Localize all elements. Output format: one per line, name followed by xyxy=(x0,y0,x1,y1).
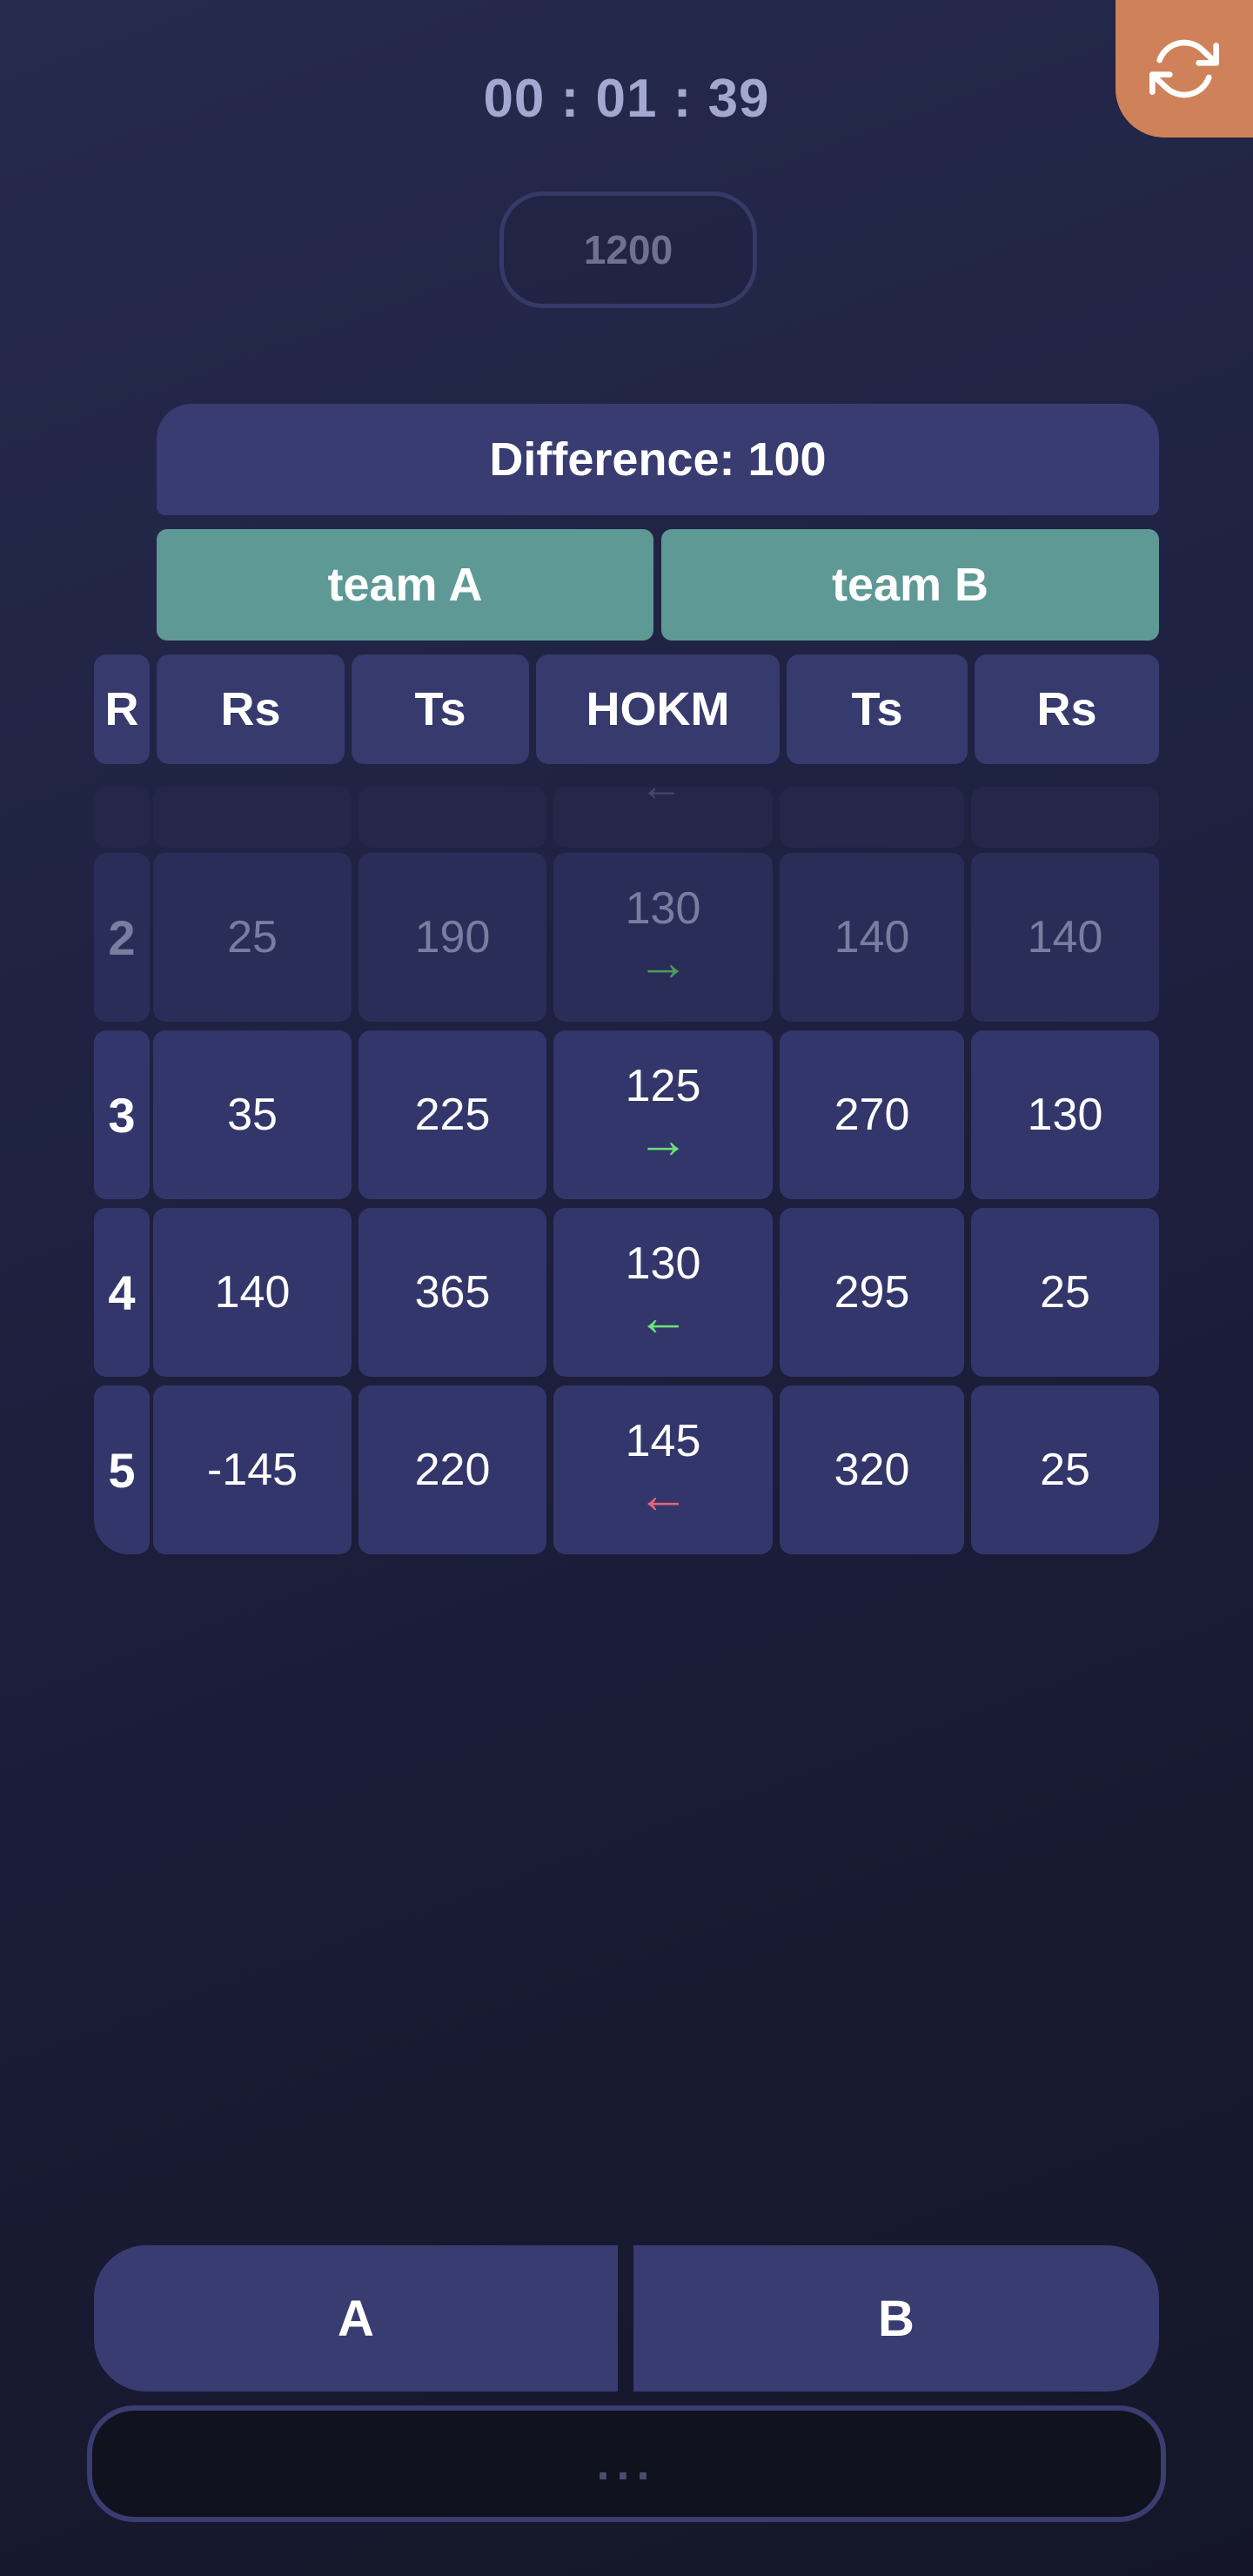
hokm-value: 125 xyxy=(625,1061,701,1111)
hokm-value: 130 xyxy=(625,883,701,934)
team-b-rs-cell: 25 xyxy=(971,1208,1159,1377)
hokm-cell: 145 ← xyxy=(553,1385,773,1554)
team-a-rs-cell: 25 xyxy=(153,853,352,1022)
team-a-rs-cell: 35 xyxy=(153,1030,352,1199)
arrow-left-icon: ← xyxy=(637,1288,689,1346)
partial-row-arrow-icon: ← xyxy=(640,761,683,810)
round-number: 2 xyxy=(94,853,150,1022)
team-b-button[interactable]: team B xyxy=(661,529,1159,641)
cell-partial xyxy=(94,787,150,848)
team-b-rs-cell: 130 xyxy=(971,1030,1159,1199)
choose-team-a-button[interactable]: A xyxy=(94,2245,618,2392)
round-number: 4 xyxy=(94,1208,150,1377)
header-round: R xyxy=(94,654,150,764)
team-a-rs-cell: 140 xyxy=(153,1208,352,1377)
hokm-value: 130 xyxy=(625,1238,701,1289)
score-input-button[interactable]: ... xyxy=(87,2405,1166,2522)
header-team-a-rs: Rs xyxy=(157,654,345,764)
round-number: 3 xyxy=(94,1030,150,1199)
cell-partial xyxy=(153,787,352,848)
team-a-button[interactable]: team A xyxy=(157,529,653,641)
target-score-badge: 1200 xyxy=(499,191,757,308)
choose-team-b-button[interactable]: B xyxy=(633,2245,1159,2392)
team-a-ts-cell: 225 xyxy=(358,1030,546,1199)
header-team-a-ts: Ts xyxy=(352,654,529,764)
team-b-ts-cell: 140 xyxy=(780,853,964,1022)
team-a-ts-cell: 220 xyxy=(358,1385,546,1554)
team-a-rs-cell: -145 xyxy=(153,1385,352,1554)
team-a-ts-cell: 190 xyxy=(358,853,546,1022)
hokm-value: 145 xyxy=(625,1416,701,1466)
arrow-right-icon: → xyxy=(637,933,689,991)
team-b-ts-cell: 295 xyxy=(780,1208,964,1377)
cell-partial xyxy=(780,787,964,848)
team-b-rs-cell: 25 xyxy=(971,1385,1159,1554)
hokm-cell: 130 ← xyxy=(553,1208,773,1377)
team-a-ts-cell: 365 xyxy=(358,1208,546,1377)
hokm-cell: 130 → xyxy=(553,853,773,1022)
round-number: 5 xyxy=(94,1385,150,1554)
team-b-rs-cell: 140 xyxy=(971,853,1159,1022)
cell-partial xyxy=(358,787,546,848)
header-team-b-rs: Rs xyxy=(975,654,1159,764)
game-timer: 00 : 01 : 39 xyxy=(483,69,770,129)
header-team-b-ts: Ts xyxy=(787,654,968,764)
cell-partial xyxy=(971,787,1159,848)
arrow-left-icon: ← xyxy=(637,1466,689,1524)
header-hokm: HOKM xyxy=(536,654,780,764)
hokm-cell: 125 → xyxy=(553,1030,773,1199)
team-b-ts-cell: 320 xyxy=(780,1385,964,1554)
difference-banner: Difference: 100 xyxy=(157,404,1159,515)
arrow-right-icon: → xyxy=(637,1110,689,1169)
team-b-ts-cell: 270 xyxy=(780,1030,964,1199)
